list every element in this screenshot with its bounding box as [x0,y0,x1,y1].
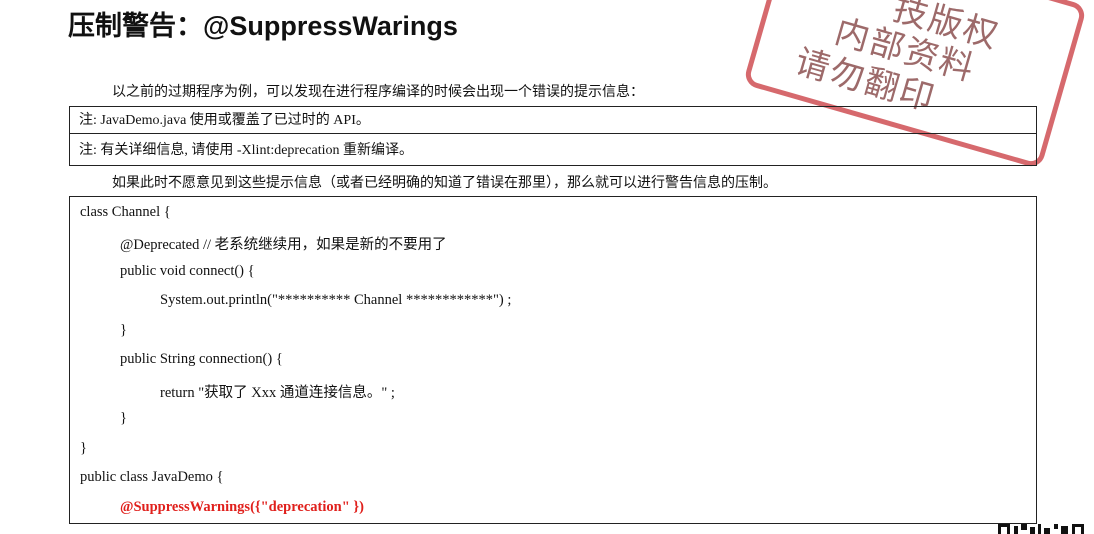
code-line: } [120,410,127,426]
code-line: } [120,322,127,338]
page-title: 压制警告：@SuppressWarings [68,11,458,41]
code-line: @Deprecated // 老系统继续用，如果是新的不要用了 [120,237,447,253]
explain-paragraph: 如果此时不愿意见到这些提示信息（或者已经明确的知道了错误在那里），那么就可以进行… [112,176,777,191]
code-line: class Channel { [80,204,171,220]
compiler-note-line: 注: 有关详细信息, 请使用 -Xlint:deprecation 重新编译。 [79,143,414,158]
code-line: return "获取了 Xxx 通道连接信息。" ; [160,385,395,401]
compiler-note-line: 注: JavaDemo.java 使用或覆盖了已过时的 API。 [70,107,1036,134]
code-line: public String connection() { [120,351,283,367]
code-line-annotation: @SuppressWarnings({"deprecation" }) [120,499,364,515]
code-line: System.out.println("********** Channel *… [160,292,512,308]
intro-paragraph: 以之前的过期程序为例，可以发现在进行程序编译的时候会出现一个错误的提示信息： [112,85,644,100]
qr-code-fragment [998,524,1084,534]
code-line: public void connect() { [120,263,255,279]
code-line: } [80,440,87,456]
code-line: public class JavaDemo { [80,469,224,485]
